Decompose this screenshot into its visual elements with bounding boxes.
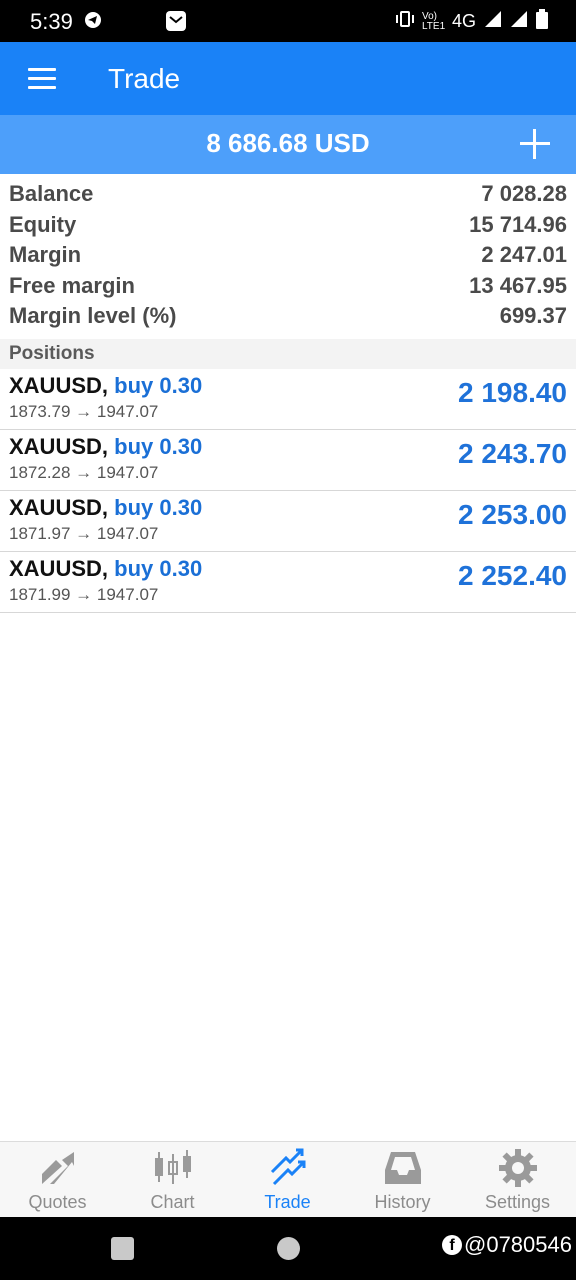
gear-icon: [498, 1148, 538, 1188]
telegram-icon: [84, 11, 102, 34]
nav-item-quotes[interactable]: Quotes: [0, 1142, 115, 1218]
position-profit: 2 198.40: [458, 377, 567, 408]
summary-label: Margin level (%): [9, 303, 177, 328]
position-row[interactable]: XAUUSD, buy 0.30 1871.97 → 1947.07 2 253…: [0, 491, 576, 552]
position-prices: 1871.99 → 1947.07: [9, 585, 159, 604]
position-type: buy 0.30: [114, 373, 203, 398]
nav-label: History: [374, 1192, 431, 1212]
position-symbol: XAUUSD: [9, 373, 102, 398]
summary-label: Free margin: [9, 272, 135, 298]
nav-item-trade[interactable]: Trade: [230, 1142, 345, 1218]
summary-row-free-margin: Free margin 13 467.95: [0, 271, 576, 302]
summary-row-margin-level: Margin level (%) 699.37: [0, 301, 576, 332]
recent-apps-button[interactable]: [111, 1237, 134, 1260]
position-prices: 1872.28 → 1947.07: [9, 463, 159, 482]
position-type: buy 0.30: [114, 434, 203, 459]
home-button[interactable]: [277, 1237, 300, 1260]
positions-section-header: Positions: [0, 339, 576, 369]
summary-label: Margin: [9, 242, 82, 267]
position-symbol: XAUUSD: [9, 434, 102, 459]
account-summary: Balance 7 028.28 Equity 15 714.96 Margin…: [0, 179, 576, 332]
position-title: XAUUSD, buy 0.30: [9, 434, 203, 459]
nav-item-settings[interactable]: Settings: [460, 1142, 575, 1218]
position-type: buy 0.30: [114, 556, 203, 581]
quotes-icon: [38, 1148, 78, 1188]
account-total: 8 686.68 USD: [206, 128, 370, 158]
summary-row-equity: Equity 15 714.96: [0, 210, 576, 241]
bottom-navigation: Quotes Chart Trade History Settings: [0, 1141, 576, 1218]
nav-item-chart[interactable]: Chart: [115, 1142, 230, 1218]
summary-value: 7 028.28: [481, 181, 567, 206]
watermark: f @0780546: [442, 1232, 572, 1258]
position-prices: 1873.79 → 1947.07: [9, 402, 159, 421]
status-time: 5:39: [30, 9, 73, 34]
position-profit: 2 253.00: [458, 499, 567, 530]
signal-2-icon: [510, 10, 528, 33]
summary-label: Equity: [9, 211, 77, 237]
nav-label: Trade: [264, 1192, 311, 1212]
facebook-icon: f: [442, 1235, 462, 1255]
positions-list: XAUUSD, buy 0.30 1873.79 → 1947.07 2 198…: [0, 369, 576, 613]
page-title: Trade: [108, 63, 181, 94]
position-profit: 2 243.70: [458, 438, 567, 469]
network-type: 4G: [451, 11, 476, 31]
position-row[interactable]: XAUUSD, buy 0.30 1871.99 → 1947.07 2 252…: [0, 552, 576, 613]
nav-label: Chart: [150, 1192, 195, 1212]
volte-icon: Vo) LTE1: [421, 10, 446, 32]
trade-icon: [268, 1148, 308, 1188]
summary-row-balance: Balance 7 028.28: [0, 179, 576, 210]
position-title: XAUUSD, buy 0.30: [9, 556, 203, 581]
app-bar: Trade: [0, 42, 576, 115]
system-navigation-bar: f @0780546: [0, 1217, 576, 1280]
account-bar: 8 686.68 USD: [0, 115, 576, 174]
nav-label: Settings: [484, 1192, 551, 1212]
notification-app-icon: [166, 11, 186, 36]
position-symbol: XAUUSD: [9, 556, 102, 581]
nav-item-history[interactable]: History: [345, 1142, 460, 1218]
summary-row-margin: Margin 2 247.01: [0, 240, 576, 271]
candlestick-chart-icon: [153, 1148, 193, 1188]
nav-label: Quotes: [28, 1192, 87, 1212]
position-row[interactable]: XAUUSD, buy 0.30 1873.79 → 1947.07 2 198…: [0, 369, 576, 430]
vibrate-icon: [395, 10, 414, 33]
summary-value: 2 247.01: [481, 242, 567, 267]
plus-icon[interactable]: [520, 129, 550, 159]
position-title: XAUUSD, buy 0.30: [9, 495, 203, 520]
signal-icon: [484, 10, 502, 33]
positions-header-label: Positions: [9, 343, 95, 364]
position-row[interactable]: XAUUSD, buy 0.30 1872.28 → 1947.07 2 243…: [0, 430, 576, 491]
status-bar: 5:39 Vo) LTE1 4G: [0, 0, 576, 42]
summary-value: 15 714.96: [469, 211, 567, 237]
summary-value: 13 467.95: [469, 272, 567, 298]
position-profit: 2 252.40: [458, 560, 567, 591]
position-type: buy 0.30: [114, 495, 203, 520]
battery-icon: [536, 9, 548, 34]
status-indicators: Vo) LTE1 4G: [395, 9, 548, 34]
summary-label: Balance: [9, 181, 94, 206]
position-symbol: XAUUSD: [9, 495, 102, 520]
watermark-text: @0780546: [464, 1232, 572, 1257]
position-title: XAUUSD, buy 0.30: [9, 373, 203, 398]
summary-value: 699.37: [499, 303, 567, 328]
hamburger-menu-icon[interactable]: [28, 68, 56, 90]
position-prices: 1871.97 → 1947.07: [9, 524, 159, 543]
inbox-tray-icon: [383, 1148, 423, 1188]
